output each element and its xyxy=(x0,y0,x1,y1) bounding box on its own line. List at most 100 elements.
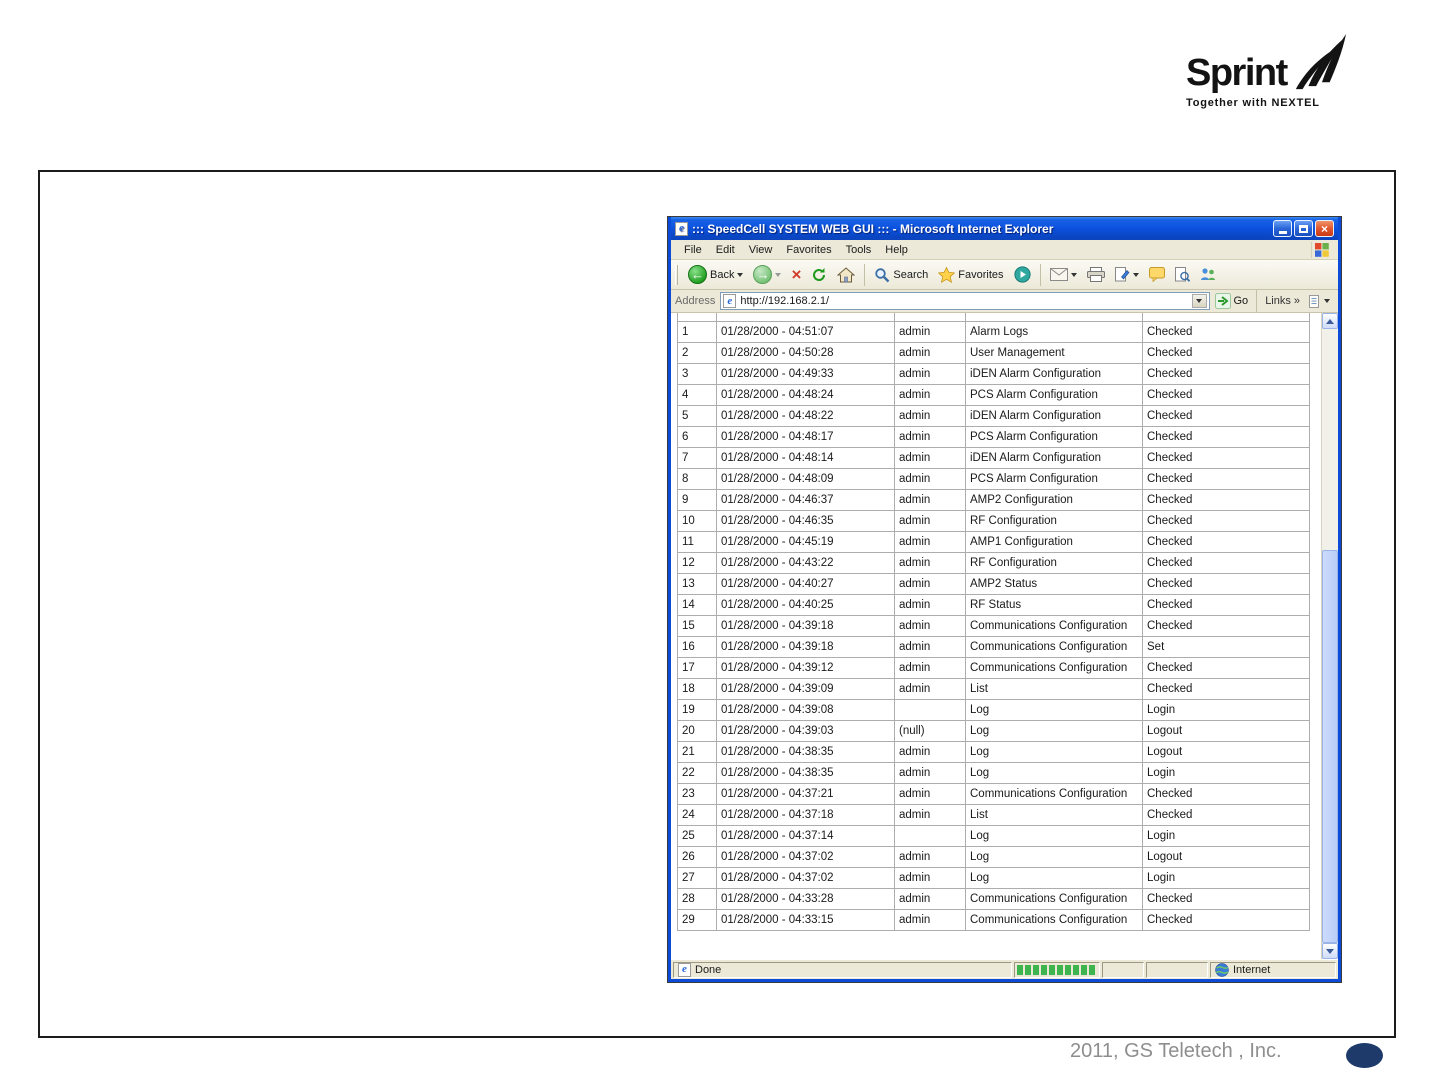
research-button[interactable] xyxy=(1171,265,1194,284)
mail-icon xyxy=(1049,268,1068,281)
item-cell: AMP2 Configuration xyxy=(965,488,1143,511)
toolbar-separator xyxy=(1039,263,1041,286)
action-cell: Checked xyxy=(1142,803,1310,826)
table-row-partial xyxy=(677,313,1310,322)
item-cell: PCS Alarm Configuration xyxy=(965,425,1143,448)
address-dropdown-button[interactable] xyxy=(1191,294,1207,308)
table-row: 28 01/28/2000 - 04:33:28 admin Communicatio… xyxy=(677,887,1310,910)
row-number-cell: 2 xyxy=(677,341,717,364)
user-cell: admin xyxy=(894,341,966,364)
menu-view[interactable]: View xyxy=(742,242,780,258)
address-input[interactable]: e http://192.168.2.1/ xyxy=(720,292,1210,310)
item-cell: Alarm Logs xyxy=(965,320,1143,343)
row-number-cell: 5 xyxy=(677,404,717,427)
user-cell xyxy=(894,698,966,721)
user-cell: admin xyxy=(894,551,966,574)
toolbar-grip[interactable] xyxy=(675,264,678,285)
item-cell: AMP1 Configuration xyxy=(965,530,1143,553)
links-extra-button[interactable] xyxy=(1305,293,1334,310)
status-panel-spare-2 xyxy=(1146,961,1208,978)
edit-button[interactable] xyxy=(1111,265,1143,284)
timestamp-cell: 01/28/2000 - 04:49:33 xyxy=(716,362,895,385)
user-cell: admin xyxy=(894,887,966,910)
maximize-button[interactable] xyxy=(1294,220,1313,237)
scroll-down-button[interactable] xyxy=(1322,943,1338,959)
refresh-button[interactable] xyxy=(807,265,831,285)
action-cell: Logout xyxy=(1142,719,1310,742)
timestamp-cell: 01/28/2000 - 04:48:24 xyxy=(716,383,895,406)
menu-favorites[interactable]: Favorites xyxy=(779,242,838,258)
media-button[interactable] xyxy=(1010,264,1035,285)
discuss-button[interactable] xyxy=(1145,265,1169,284)
back-button[interactable]: ← Back xyxy=(684,263,747,286)
table-row: 21 01/28/2000 - 04:38:35 admin Log Logout xyxy=(677,740,1310,763)
row-number-cell: 1 xyxy=(677,320,717,343)
user-cell: admin xyxy=(894,467,966,490)
back-label: Back xyxy=(710,268,735,281)
timestamp-cell: 01/28/2000 - 04:37:18 xyxy=(716,803,895,826)
status-zone-text: Internet xyxy=(1233,963,1271,976)
favorites-button[interactable]: Favorites xyxy=(934,265,1007,285)
refresh-icon xyxy=(813,267,826,281)
user-cell: admin xyxy=(894,488,966,511)
print-button[interactable] xyxy=(1083,265,1109,284)
user-cell: admin xyxy=(894,656,966,679)
go-button[interactable]: Go xyxy=(1214,293,1249,309)
close-icon: × xyxy=(1320,221,1328,236)
item-cell: PCS Alarm Configuration xyxy=(965,467,1143,490)
menu-edit[interactable]: Edit xyxy=(709,242,742,258)
sprint-logo: Sprint Together with NEXTEL xyxy=(1186,32,1348,109)
mail-button[interactable] xyxy=(1046,266,1081,283)
messenger-button[interactable] xyxy=(1196,265,1220,284)
table-row: 2 01/28/2000 - 04:50:28 admin User Manageme… xyxy=(677,341,1310,364)
menu-help[interactable]: Help xyxy=(878,242,915,258)
action-cell: Checked xyxy=(1142,677,1310,700)
timestamp-cell: 01/28/2000 - 04:43:22 xyxy=(716,551,895,574)
timestamp-cell: 01/28/2000 - 04:38:35 xyxy=(716,740,895,763)
back-dropdown-icon xyxy=(737,272,744,277)
action-cell: Checked xyxy=(1142,488,1310,511)
go-label: Go xyxy=(1233,295,1249,307)
browser-title-bar[interactable]: e ::: SpeedCell SYSTEM WEB GUI ::: - Mic… xyxy=(671,217,1338,240)
timestamp-cell: 01/28/2000 - 04:50:28 xyxy=(716,341,895,364)
scrollbar-thumb[interactable] xyxy=(1322,550,1338,943)
menu-tools[interactable]: Tools xyxy=(839,242,879,258)
print-icon xyxy=(1086,267,1105,282)
search-button[interactable]: Search xyxy=(870,265,932,285)
menu-file[interactable]: File xyxy=(677,242,709,258)
home-button[interactable] xyxy=(833,265,859,285)
links-menu[interactable]: Links » xyxy=(1265,295,1300,307)
timestamp-cell: 01/28/2000 - 04:48:14 xyxy=(716,446,895,469)
table-row: 6 01/28/2000 - 04:48:17 admin PCS Alarm Con… xyxy=(677,425,1310,448)
timestamp-cell: 01/28/2000 - 04:48:09 xyxy=(716,467,895,490)
stop-button[interactable]: × xyxy=(787,264,805,285)
item-cell: RF Configuration xyxy=(965,509,1143,532)
row-number-cell: 17 xyxy=(677,656,717,679)
scroll-up-icon xyxy=(1326,318,1334,324)
user-cell xyxy=(894,824,966,847)
close-button[interactable]: × xyxy=(1315,220,1334,237)
scroll-up-button[interactable] xyxy=(1322,313,1338,329)
user-cell: admin xyxy=(894,740,966,763)
vertical-scrollbar[interactable] xyxy=(1321,313,1338,959)
log-table-body: 1 01/28/2000 - 04:51:07 admin Alarm Logs Che… xyxy=(677,313,1310,931)
user-cell: admin xyxy=(894,866,966,889)
address-url-text: http://192.168.2.1/ xyxy=(740,295,830,307)
user-cell: admin xyxy=(894,404,966,427)
minimize-button[interactable] xyxy=(1273,220,1292,237)
ie-app-icon: e xyxy=(675,221,688,236)
timestamp-cell: 01/28/2000 - 04:39:08 xyxy=(716,698,895,721)
timestamp-cell: 01/28/2000 - 04:39:09 xyxy=(716,677,895,700)
table-row: 9 01/28/2000 - 04:46:37 admin AMP2 Configur… xyxy=(677,488,1310,511)
action-cell: Checked xyxy=(1142,614,1310,637)
scrollbar-track[interactable] xyxy=(1322,329,1338,943)
mail-dropdown-icon xyxy=(1070,272,1077,277)
browser-viewport: 1 01/28/2000 - 04:51:07 admin Alarm Logs Che… xyxy=(671,313,1338,959)
item-cell: Log xyxy=(965,698,1143,721)
ie-page-icon: e xyxy=(723,294,737,308)
user-cell: admin xyxy=(894,362,966,385)
chevron-down-icon xyxy=(1196,299,1202,303)
timestamp-cell: 01/28/2000 - 04:38:35 xyxy=(716,761,895,784)
table-row: 27 01/28/2000 - 04:37:02 admin Log Login xyxy=(677,866,1310,889)
forward-button[interactable]: → xyxy=(749,263,785,286)
